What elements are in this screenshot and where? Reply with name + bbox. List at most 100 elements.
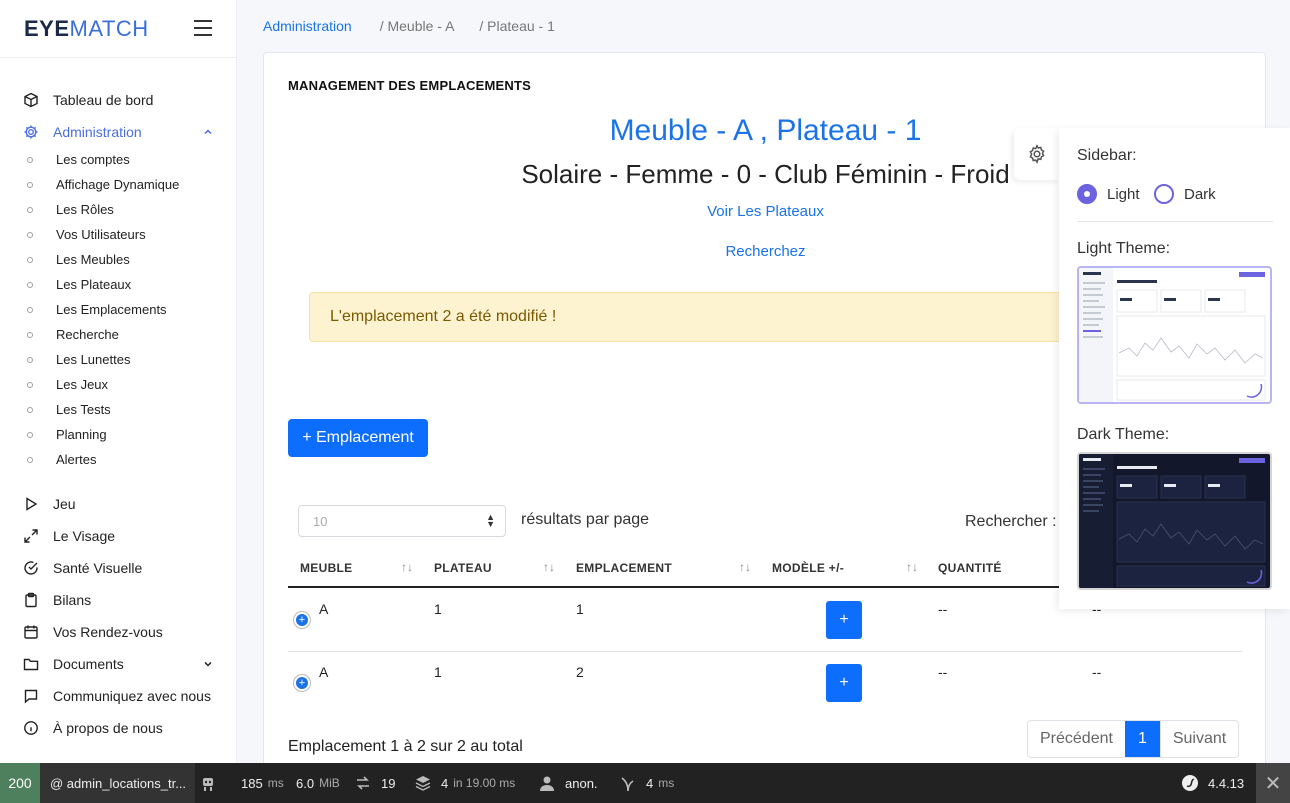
sidebar-item-documents[interactable]: Documents (22, 655, 124, 673)
sidebar-item-bilans[interactable]: Bilans (22, 591, 91, 609)
symfony-logo-icon (1182, 775, 1198, 791)
toolbar-close-button[interactable]: ✕ (1256, 763, 1290, 803)
sidebar-item-label: À propos de nous (53, 720, 163, 736)
sidebar-sub-item[interactable]: Affichage Dynamique (27, 177, 179, 192)
add-model-button[interactable]: + (826, 664, 862, 702)
toolbar-symfony-version[interactable]: 4.4.13 (1181, 763, 1244, 803)
toolbar-twig[interactable]: 4 ms (619, 763, 674, 803)
status-code-badge[interactable]: 200 (0, 763, 40, 803)
toolbar-database[interactable]: 4 in 19.00 ms (414, 763, 515, 803)
db-count: 4 (441, 775, 449, 791)
bullet-icon (27, 306, 33, 313)
sidebar-dark-radio[interactable]: Dark (1154, 184, 1216, 204)
add-emplacement-button[interactable]: + Emplacement (288, 419, 428, 457)
user-icon (540, 776, 554, 791)
light-dashboard-thumbnail (1079, 268, 1266, 402)
sidebar-item-rendez-vous[interactable]: Vos Rendez-vous (22, 623, 163, 641)
sidebar-sub-item[interactable]: Recherche (27, 327, 119, 342)
cell-plateau: 1 (434, 664, 442, 680)
toolbar-time[interactable]: 185 ms (241, 763, 284, 803)
dark-theme-preview[interactable] (1077, 452, 1272, 590)
time-unit: ms (267, 776, 284, 790)
page-size-select[interactable]: 10 ▲ ▼ (298, 505, 506, 537)
sort-icon[interactable]: ↑↓ (401, 560, 413, 574)
sidebar-sub-item[interactable]: Les Emplacements (27, 302, 167, 317)
sidebar-item-a-propos[interactable]: À propos de nous (22, 719, 163, 737)
breadcrumb-item-meuble[interactable]: / Meuble - A (380, 18, 455, 34)
bullet-icon (27, 181, 33, 188)
sidebar-sub-item[interactable]: Alertes (27, 452, 96, 467)
row-expand-icon[interactable]: + (294, 612, 310, 628)
sort-icon[interactable]: ↑↓ (906, 560, 918, 574)
column-header-meuble[interactable]: MEUBLE (300, 561, 352, 575)
bullet-icon (27, 281, 33, 288)
sub-item-label: Affichage Dynamique (56, 177, 180, 192)
cell-meuble: A (319, 601, 329, 617)
sidebar-light-radio[interactable]: Light (1077, 184, 1140, 204)
sidebar-item-administration[interactable]: Administration (22, 123, 142, 141)
sidebar: EYEMATCH Tableau de bord Administration … (0, 0, 237, 763)
logo-bold: EYE (24, 16, 70, 41)
sidebar-sub-item[interactable]: Les comptes (27, 152, 130, 167)
sub-item-label: Les Emplacements (56, 302, 167, 317)
sidebar-sub-item[interactable]: Vos Utilisateurs (27, 227, 146, 242)
sidebar-item-label: Vos Rendez-vous (53, 624, 163, 640)
sidebar-item-jeu[interactable]: Jeu (22, 495, 76, 513)
sidebar-item-tableau-de-bord[interactable]: Tableau de bord (22, 91, 153, 109)
sub-item-label: Les Lunettes (56, 352, 131, 367)
twig-icon (621, 777, 634, 792)
sub-item-label: Les Jeux (56, 377, 109, 392)
menu-toggle-icon[interactable] (194, 20, 212, 36)
add-model-button[interactable]: + (826, 601, 862, 639)
robot-icon[interactable] (199, 763, 217, 803)
pagination-previous[interactable]: Précédent (1028, 721, 1125, 757)
sidebar-sub-item[interactable]: Les Meubles (27, 252, 130, 267)
sidebar-item-label: Le Visage (53, 528, 116, 544)
bullet-icon (27, 406, 33, 413)
sidebar-sub-item[interactable]: Les Lunettes (27, 352, 130, 367)
sidebar-sub-item[interactable]: Planning (27, 427, 107, 442)
app-logo[interactable]: EYEMATCH (24, 16, 149, 42)
sidebar-item-le-visage[interactable]: Le Visage (22, 527, 115, 545)
dark-theme-label: Dark Theme: (1077, 426, 1170, 443)
memory-unit: MiB (319, 776, 340, 790)
sidebar-item-label: Documents (53, 656, 124, 672)
toolbar-user[interactable]: anon. (538, 763, 598, 803)
cell-quantite: -- (938, 601, 948, 617)
breadcrumb-link-administration[interactable]: Administration (263, 18, 352, 34)
toolbar-memory[interactable]: 6.0 MiB (296, 763, 340, 803)
sub-item-label: Les Tests (56, 402, 111, 417)
bullet-icon (27, 431, 33, 438)
cube-icon (22, 91, 40, 109)
bullet-icon (27, 331, 33, 338)
sidebar-item-sante-visuelle[interactable]: Santé Visuelle (22, 559, 142, 577)
route-name[interactable]: @ admin_locations_tr... (40, 763, 195, 803)
theme-settings-toggle[interactable] (1014, 128, 1060, 180)
light-theme-preview[interactable] (1077, 266, 1272, 404)
user-value: anon. (565, 775, 598, 791)
sidebar-sub-item[interactable]: Les Jeux (27, 377, 108, 392)
column-header-plateau[interactable]: PLATEAU (434, 561, 492, 575)
row-expand-icon[interactable]: + (294, 675, 310, 691)
time-value: 185 (241, 775, 263, 791)
sort-icon[interactable]: ↑↓ (543, 560, 555, 574)
light-theme-label: Light Theme: (1077, 240, 1171, 257)
cell-meuble: A (319, 664, 329, 680)
radio-unchecked-icon (1154, 184, 1174, 204)
chevron-up-icon[interactable] (202, 126, 214, 138)
card-title: MANAGEMENT DES EMPLACEMENTS (288, 78, 532, 93)
pagination-page-current[interactable]: 1 (1124, 721, 1160, 757)
sidebar-sub-item[interactable]: Les Plateaux (27, 277, 131, 292)
sidebar-item-communiquez[interactable]: Communiquez avec nous (22, 687, 211, 705)
column-header-emplacement[interactable]: EMPLACEMENT (576, 561, 672, 575)
sidebar-sub-item[interactable]: Les Rôles (27, 202, 114, 217)
bullet-icon (27, 206, 33, 213)
sidebar-sub-item[interactable]: Les Tests (27, 402, 111, 417)
toolbar-requests[interactable]: 19 (354, 763, 395, 803)
column-header-quantite[interactable]: QUANTITÉ (938, 561, 1002, 575)
column-header-modele[interactable]: MODÈLE +/- (772, 561, 844, 575)
bullet-icon (27, 256, 33, 263)
pagination-next[interactable]: Suivant (1159, 721, 1238, 757)
sort-icon[interactable]: ↑↓ (739, 560, 751, 574)
chevron-down-icon[interactable] (202, 658, 214, 670)
